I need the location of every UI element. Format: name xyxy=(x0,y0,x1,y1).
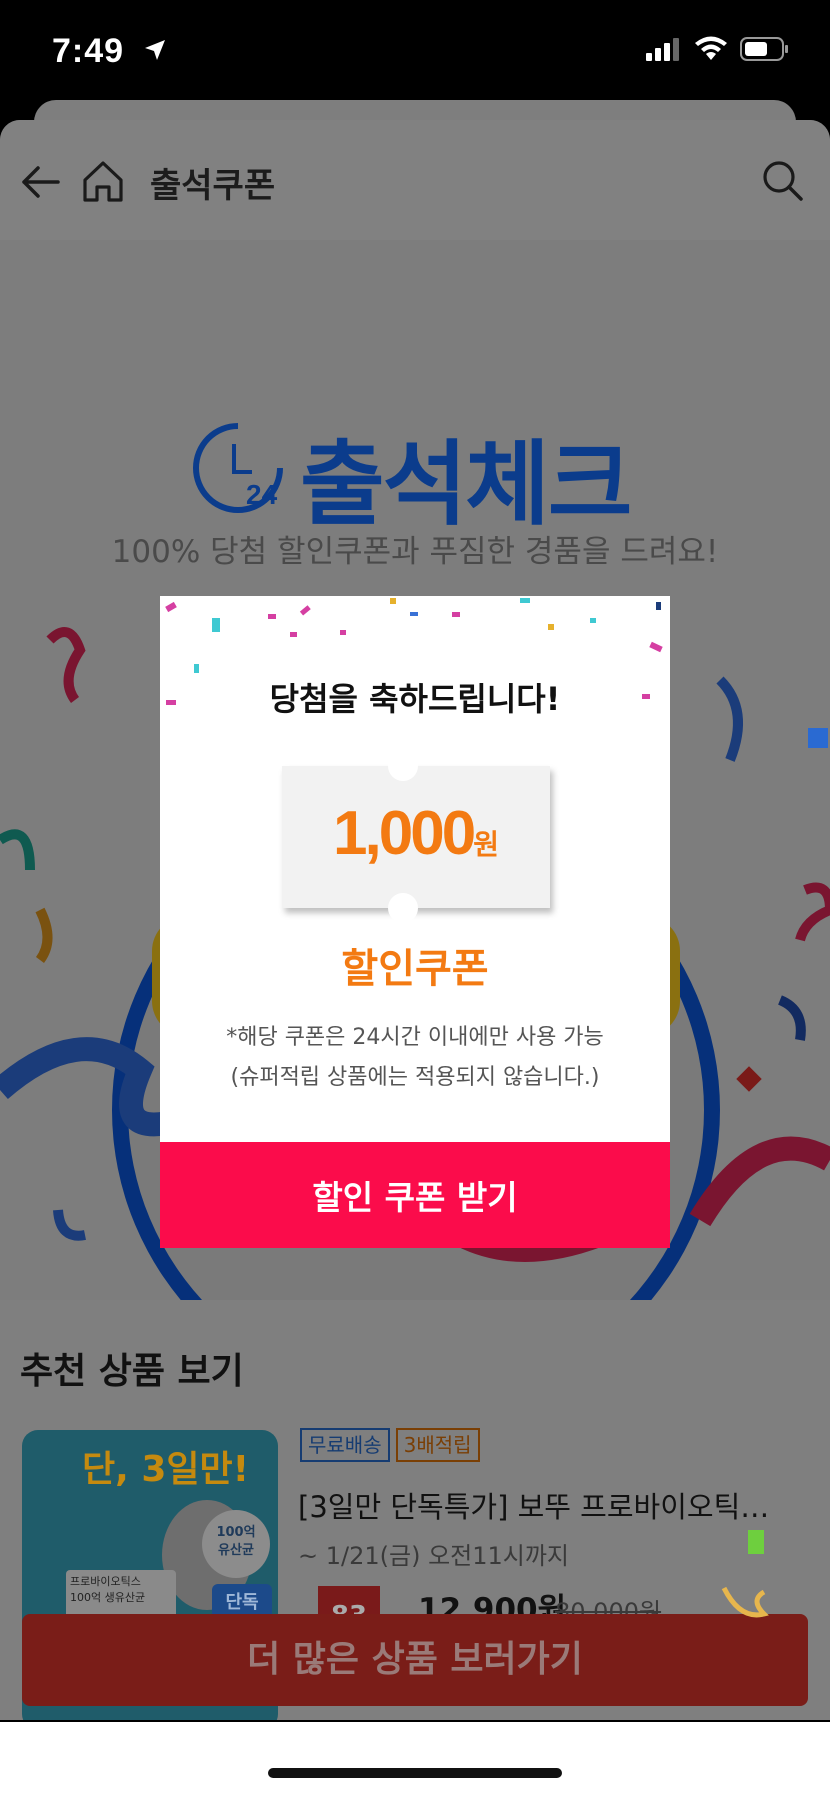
package-label: 프로바이오틱스 xyxy=(70,1575,141,1588)
clock-logo-icon: 24 xyxy=(192,422,284,518)
coupon-amount-number: 1,000 xyxy=(333,799,476,868)
back-arrow-icon[interactable] xyxy=(18,160,62,208)
product-tags: 무료배송 3배적립 xyxy=(300,1428,480,1462)
status-time: 7:49 xyxy=(52,32,167,71)
ticket-notch xyxy=(388,893,418,923)
product-image-banner: 단, 3일만! xyxy=(82,1449,250,1490)
time-text: 7:49 xyxy=(52,32,125,70)
logo-text: 출석체크 xyxy=(300,431,633,538)
triple-points-tag: 3배적립 xyxy=(395,1428,480,1462)
status-bar: 7:49 xyxy=(0,0,830,110)
location-arrow-icon xyxy=(143,32,167,71)
notice-line: *해당 쿠폰은 24시간 이내에만 사용 가능 xyxy=(226,1025,604,1050)
wifi-icon xyxy=(694,36,728,66)
home-indicator[interactable] xyxy=(268,1768,562,1778)
home-bar-area xyxy=(0,1722,830,1796)
product-title[interactable]: [3일만 단독특가] 보뚜 프로바이오틱… xyxy=(298,1484,808,1526)
search-icon[interactable] xyxy=(760,158,804,206)
product-deadline: ~ 1/21(금) 오전11시까지 xyxy=(298,1542,570,1570)
notice-line: (슈퍼적립 상품에는 적용되지 않습니다.) xyxy=(230,1065,600,1090)
badge-line: 유산균 xyxy=(218,1543,254,1558)
coupon-notice: *해당 쿠폰은 24시간 이내에만 사용 가능 (슈퍼적립 상품에는 적용되지 … xyxy=(160,1018,670,1098)
more-products-button[interactable]: 더 많은 상품 보러가기 xyxy=(22,1614,808,1706)
badge-line: 100억 xyxy=(216,1525,256,1540)
logo-number: 24 xyxy=(246,479,278,510)
coupon-label: 할인쿠폰 xyxy=(341,946,489,992)
package-label: 100억 생유산균 xyxy=(70,1591,146,1604)
claim-coupon-button[interactable]: 할인 쿠폰 받기 xyxy=(160,1142,670,1248)
coupon-win-modal: 당첨을 축하드립니다! 1,000원 할인쿠폰 *해당 쿠폰은 24시간 이내에… xyxy=(160,596,670,1248)
coupon-amount-unit: 원 xyxy=(473,828,499,861)
probiotic-badge: 100억 유산균 xyxy=(202,1510,270,1578)
confetti-decoration xyxy=(721,1530,769,1618)
coupon-amount: 1,000원 xyxy=(282,798,550,869)
signal-icon xyxy=(646,37,682,65)
section-title: 추천 상품 보기 xyxy=(20,1351,244,1392)
page-title: 출석쿠폰 xyxy=(150,166,276,206)
hero-subtitle: 100% 당첨 할인쿠폰과 푸짐한 경품을 드려요! xyxy=(111,534,719,570)
status-icons xyxy=(646,36,790,66)
ticket-notch xyxy=(388,751,418,781)
free-shipping-tag: 무료배송 xyxy=(300,1428,390,1462)
battery-icon xyxy=(740,36,790,66)
top-navigation-bar: 출석쿠폰 xyxy=(0,120,830,240)
modal-title: 당첨을 축하드립니다! xyxy=(269,680,561,718)
home-icon[interactable] xyxy=(80,158,126,208)
coupon-ticket: 1,000원 xyxy=(282,751,550,923)
